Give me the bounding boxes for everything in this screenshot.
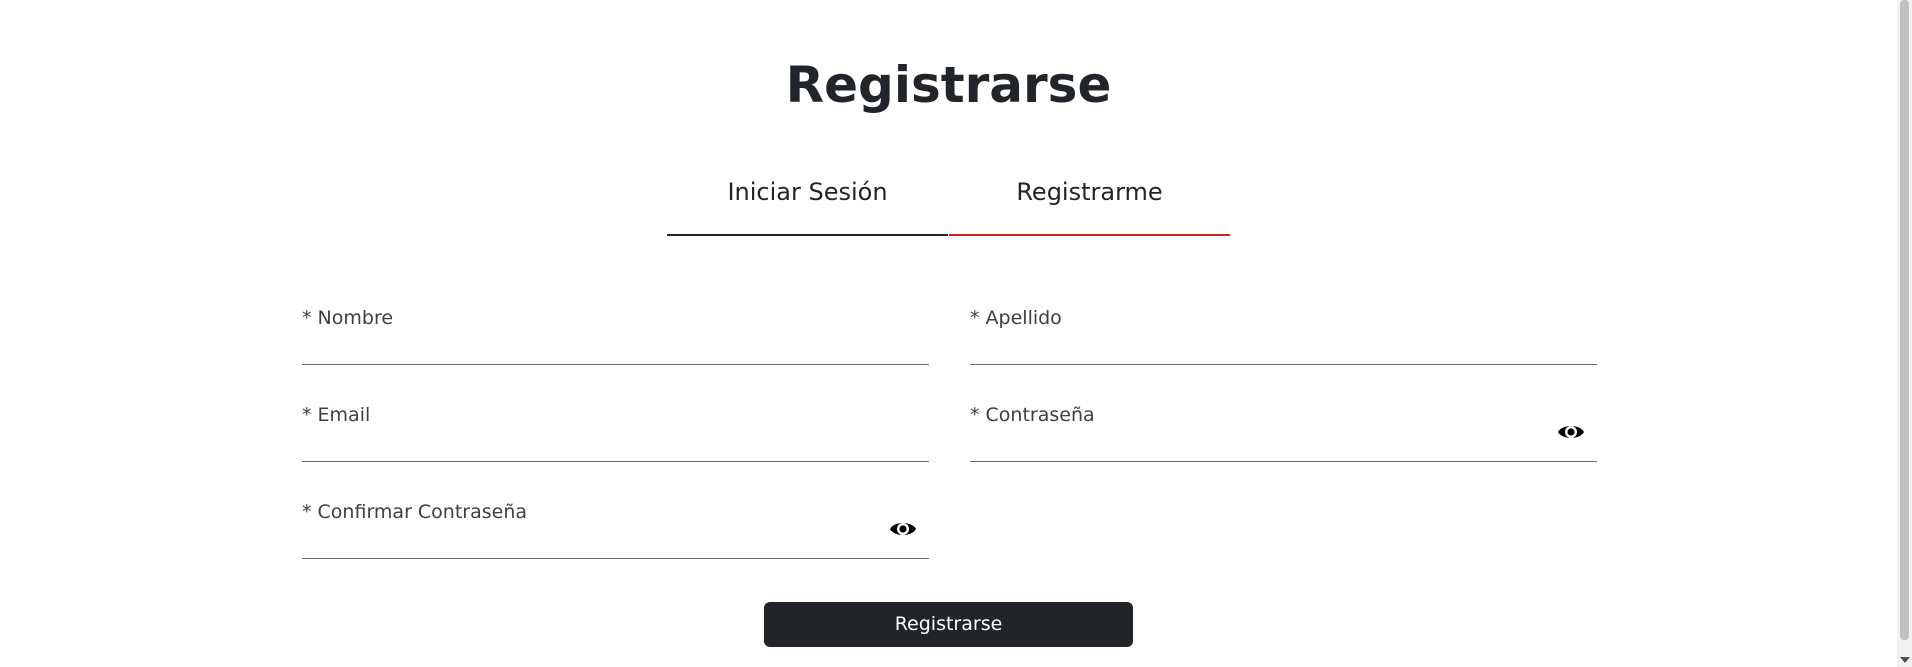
page-title: Registrarse xyxy=(785,56,1112,114)
confirmar-field: * Confirmar Contraseña xyxy=(302,498,929,559)
register-button[interactable]: Registrarse xyxy=(764,602,1133,647)
scrollbar[interactable] xyxy=(1897,0,1912,667)
contrasena-input[interactable] xyxy=(970,431,1597,461)
confirmar-input[interactable] xyxy=(302,528,929,558)
registration-page: Registrarse Iniciar Sesión Registrarme *… xyxy=(0,0,1912,667)
scroll-down-arrow-icon[interactable] xyxy=(1900,657,1910,663)
eye-icon[interactable] xyxy=(889,518,917,540)
tab-register[interactable]: Registrarme xyxy=(949,170,1230,236)
contrasena-label: * Contraseña xyxy=(970,404,1095,426)
email-input[interactable] xyxy=(302,431,929,461)
email-label: * Email xyxy=(302,404,371,426)
auth-tabs: Iniciar Sesión Registrarme xyxy=(667,170,1230,236)
nombre-input[interactable] xyxy=(302,334,929,364)
nombre-field: * Nombre xyxy=(302,304,929,365)
apellido-field: * Apellido xyxy=(970,304,1597,365)
eye-icon[interactable] xyxy=(1557,421,1585,443)
tab-login[interactable]: Iniciar Sesión xyxy=(667,170,948,236)
email-field: * Email xyxy=(302,401,929,462)
contrasena-field: * Contraseña xyxy=(970,401,1597,462)
confirmar-label: * Confirmar Contraseña xyxy=(302,501,528,523)
apellido-input[interactable] xyxy=(970,334,1597,364)
nombre-label: * Nombre xyxy=(302,307,394,329)
scrollbar-thumb[interactable] xyxy=(1900,0,1909,640)
apellido-label: * Apellido xyxy=(970,307,1062,329)
